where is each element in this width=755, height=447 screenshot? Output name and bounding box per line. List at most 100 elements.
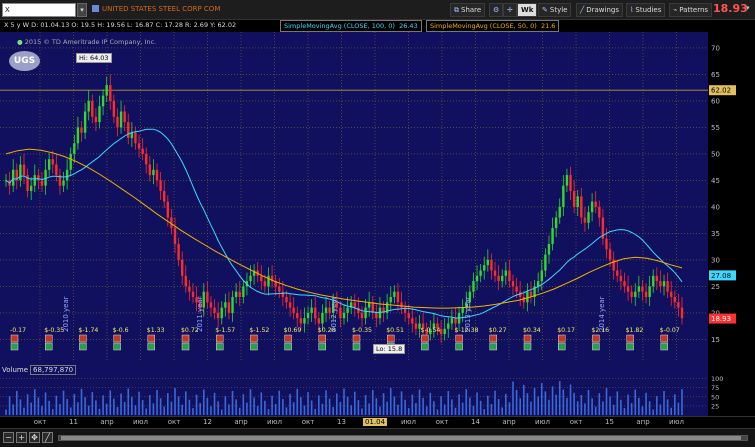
x-tick-label: июл [267, 418, 282, 426]
patterns-button[interactable]: ⌁ Patterns [669, 3, 713, 17]
candle-body [526, 291, 529, 303]
event-icon-calendar [45, 334, 53, 343]
candle-body [619, 275, 623, 282]
candle-body [40, 180, 44, 186]
event-icon-calendar [352, 334, 361, 343]
drawings-button[interactable]: ╱ Drawings [576, 3, 623, 17]
info-bar: X 5 y W D: 01.04.13 O: 19.5 H: 19.56 L: … [0, 20, 708, 32]
drawing-tool-button[interactable]: ╱ [42, 432, 53, 443]
candle-body [112, 100, 116, 117]
x-tick-label: апр [100, 418, 114, 426]
candle-body [551, 228, 554, 244]
candle-body [87, 100, 90, 112]
earnings-label: $-0.35 [352, 327, 372, 334]
candle-body [91, 100, 94, 117]
earnings-label: -0.17 [10, 327, 26, 334]
sma100-study-label[interactable]: SimpleMovingAvg (CLOSE, 100, 0) 26.43 [280, 20, 422, 32]
candle-body [504, 270, 508, 276]
studies-icon: ⌇ [630, 6, 634, 14]
candle-body [371, 302, 374, 313]
time-scrollbar[interactable] [58, 435, 748, 441]
x-tick-label: 12 [203, 418, 212, 426]
candle-body [547, 244, 551, 255]
y-tick-label: 15 [711, 336, 720, 344]
pan-button[interactable]: ✥ [29, 432, 40, 443]
x-tick-label: 15 [605, 418, 614, 426]
candle-body [544, 254, 547, 271]
scroll-area: − + ✥ ╱ [0, 428, 755, 447]
zoom-in-button[interactable]: + [16, 432, 27, 443]
period-button[interactable]: Wk [517, 3, 538, 17]
x-tick-label: окт [435, 418, 449, 426]
event-icon-calendar [113, 334, 121, 343]
earnings-label: $-0.54 [420, 327, 440, 334]
event-icon-calendar [626, 334, 634, 343]
price-dropdown-icon[interactable]: ▾ [746, 4, 750, 12]
candle-body [655, 275, 659, 282]
share-button[interactable]: ⧉ Share [450, 3, 486, 17]
y-tick-label: 55 [711, 124, 720, 132]
candle-body [206, 291, 209, 303]
scrollbar-thumb[interactable] [61, 436, 741, 440]
candle-body [407, 312, 410, 319]
earnings-label: $0.27 [489, 327, 507, 334]
candle-body [33, 175, 36, 186]
candle-body [511, 281, 515, 287]
candle-body [94, 116, 98, 123]
event-icon-calendar [284, 334, 292, 343]
x-tick-label: апр [636, 418, 650, 426]
candle-body [346, 307, 349, 313]
event-icon-calendar [455, 334, 463, 343]
earnings-label: $-0.6 [113, 327, 129, 334]
volume-chart[interactable]: 100755025 [0, 362, 755, 416]
candle-body [508, 270, 511, 282]
candle-body [213, 307, 216, 313]
chart-settings-button[interactable]: ⚙ [489, 3, 504, 17]
candle-body [565, 175, 569, 186]
candle-body [637, 286, 641, 292]
x-tick-label: 14 [471, 418, 480, 426]
candle-body [590, 201, 594, 213]
candle-body [652, 275, 655, 287]
candle-body [680, 307, 684, 319]
crosshair-button[interactable]: ✛ [503, 3, 517, 17]
candle-body [324, 307, 328, 313]
price-chart[interactable]: 70656055504540353025201562.0227.0818.93-… [0, 32, 755, 362]
candle-body [357, 307, 360, 313]
candle-body [116, 116, 119, 128]
candle-body [475, 275, 479, 282]
candle-body [80, 127, 83, 133]
candle-body [443, 328, 446, 335]
earnings-label: $0.51 [386, 327, 404, 334]
candle-body [216, 312, 220, 319]
zoom-out-button[interactable]: − [3, 432, 14, 443]
style-button[interactable]: ✎ Style [538, 3, 572, 17]
candle-body [623, 281, 626, 287]
ohlc-readout: X 5 y W D: 01.04.13 O: 19.5 H: 19.56 L: … [4, 21, 237, 29]
candle-body [184, 275, 187, 287]
event-icon-calendar [318, 334, 326, 343]
event-icon-dividend [592, 342, 600, 351]
event-icon-calendar [489, 334, 497, 343]
candle-body [634, 291, 637, 297]
candle-body [648, 286, 651, 297]
event-icon-dividend [181, 342, 190, 351]
candle-body [572, 191, 576, 207]
symbol-dropdown-button[interactable]: ▾ [77, 3, 87, 17]
candle-body [249, 275, 252, 282]
earnings-label: $1.33 [147, 327, 165, 334]
volume-tick-label: 100 [711, 375, 723, 383]
sma100-badge: 27.08 [711, 272, 731, 280]
candle-body [260, 275, 263, 282]
candle-body [501, 275, 504, 282]
candle-body [339, 307, 342, 319]
low-marker-label: Lo: 15.8 [373, 344, 406, 354]
sma50-study-label[interactable]: SimpleMovingAvg (CLOSE, 50, 0) 21.6 [426, 20, 560, 32]
candle-body [580, 196, 583, 218]
candle-body [141, 148, 144, 154]
x-tick-label: апр [234, 418, 248, 426]
candle-body [576, 196, 579, 207]
x-tick-label: 11 [69, 418, 78, 426]
studies-button[interactable]: ⌇ Studies [626, 3, 666, 17]
symbol-input[interactable] [2, 3, 76, 17]
